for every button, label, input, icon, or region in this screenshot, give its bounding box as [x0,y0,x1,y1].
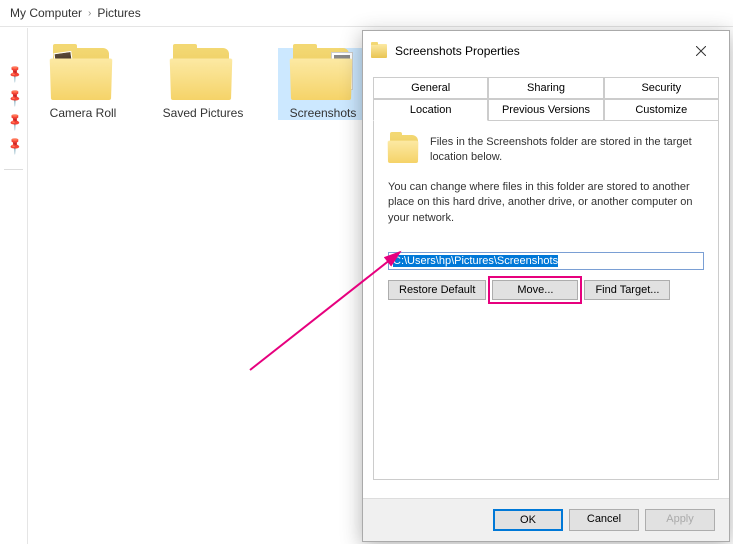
quick-access-sidebar: 📌 📌 📌 📌 [0,28,28,544]
find-target-button[interactable]: Find Target... [584,280,670,300]
pin-icon: 📌 [5,114,23,132]
path-input[interactable]: C:\Users\hp\Pictures\Screenshots [388,252,704,270]
tab-security[interactable]: Security [604,77,719,99]
dialog-title: Screenshots Properties [395,44,681,58]
dialog-titlebar[interactable]: Screenshots Properties [363,31,729,71]
tab-general[interactable]: General [373,77,488,99]
pin-icon: 📌 [5,90,23,108]
tab-previous-versions[interactable]: Previous Versions [488,99,603,121]
folder-icon [51,48,115,100]
folder-icon [291,48,355,100]
apply-button[interactable]: Apply [645,509,715,531]
tab-row: Location Previous Versions Customize [373,99,719,121]
folder-icon [388,135,420,163]
folder-label: Screenshots [290,106,357,120]
dialog-footer: OK Cancel Apply [363,498,729,541]
folder-screenshots[interactable]: Screenshots [278,48,368,120]
folder-icon [171,48,235,100]
breadcrumb-item[interactable]: Pictures [97,6,140,20]
folder-label: Saved Pictures [163,106,244,120]
tab-location[interactable]: Location [373,99,488,121]
restore-default-button[interactable]: Restore Default [388,280,486,300]
breadcrumb[interactable]: My Computer › Pictures [0,0,733,27]
separator [4,169,23,170]
pin-icon: 📌 [5,66,23,84]
breadcrumb-item[interactable]: My Computer [10,6,82,20]
folder-saved-pictures[interactable]: Saved Pictures [158,48,248,120]
path-value: C:\Users\hp\Pictures\Screenshots [393,255,558,267]
tab-row: General Sharing Security [373,77,719,99]
folder-icon [371,44,387,58]
folder-camera-roll[interactable]: Camera Roll [38,48,128,120]
close-button[interactable] [681,37,721,65]
pin-icon: 📌 [5,138,23,156]
properties-dialog: Screenshots Properties General Sharing S… [362,30,730,542]
tab-sharing[interactable]: Sharing [488,77,603,99]
location-info-text: Files in the Screenshots folder are stor… [430,135,704,166]
move-button[interactable]: Move... [492,280,578,300]
tab-customize[interactable]: Customize [604,99,719,121]
tab-content-location: Files in the Screenshots folder are stor… [373,120,719,480]
chevron-right-icon: › [88,8,91,19]
cancel-button[interactable]: Cancel [569,509,639,531]
location-info-text: You can change where files in this folde… [388,180,704,226]
folder-label: Camera Roll [50,106,117,120]
ok-button[interactable]: OK [493,509,563,531]
close-icon [696,46,706,56]
